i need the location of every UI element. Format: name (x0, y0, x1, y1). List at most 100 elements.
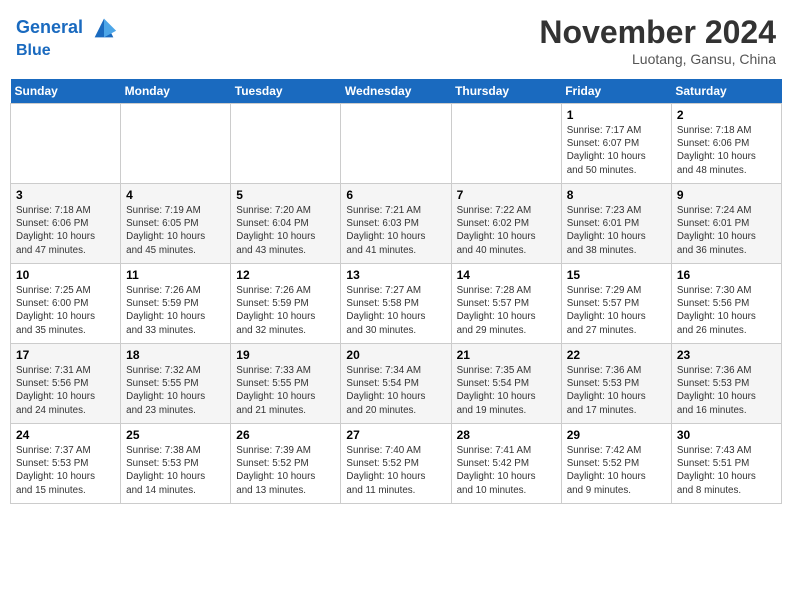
month-title: November 2024 (539, 14, 776, 51)
day-info: Sunrise: 7:35 AM Sunset: 5:54 PM Dayligh… (457, 364, 556, 417)
calendar-cell: 26 Sunrise: 7:39 AM Sunset: 5:52 PM Dayli… (231, 424, 341, 504)
day-number: 4 (126, 188, 225, 202)
day-info: Sunrise: 7:25 AM Sunset: 6:00 PM Dayligh… (16, 284, 115, 337)
calendar-header-row: SundayMondayTuesdayWednesdayThursdayFrid… (11, 79, 782, 104)
day-info: Sunrise: 7:28 AM Sunset: 5:57 PM Dayligh… (457, 284, 556, 337)
calendar-cell: 7 Sunrise: 7:22 AM Sunset: 6:02 PM Daylig… (451, 184, 561, 264)
calendar-cell (121, 104, 231, 184)
calendar-cell: 20 Sunrise: 7:34 AM Sunset: 5:54 PM Dayli… (341, 344, 451, 424)
calendar-cell: 13Sunrise: 7:27 AM Sunset: 5:58 PM Dayli… (341, 264, 451, 344)
day-number: 8 (567, 188, 666, 202)
week-row-3: 17 Sunrise: 7:31 AM Sunset: 5:56 PM Dayli… (11, 344, 782, 424)
calendar-cell: 1Sunrise: 7:17 AM Sunset: 6:07 PM Daylig… (561, 104, 671, 184)
calendar-cell: 12 Sunrise: 7:26 AM Sunset: 5:59 PM Dayli… (231, 264, 341, 344)
day-number: 26 (236, 428, 335, 442)
day-number: 21 (457, 348, 556, 362)
logo-text: General (16, 14, 118, 42)
day-info: Sunrise: 7:41 AM Sunset: 5:42 PM Dayligh… (457, 444, 556, 497)
week-row-1: 3 Sunrise: 7:18 AM Sunset: 6:06 PM Daylig… (11, 184, 782, 264)
day-info: Sunrise: 7:27 AM Sunset: 5:58 PM Dayligh… (346, 284, 445, 337)
day-number: 9 (677, 188, 776, 202)
day-number: 22 (567, 348, 666, 362)
page-header: General Blue November 2024 Luotang, Gans… (10, 10, 782, 71)
day-info: Sunrise: 7:43 AM Sunset: 5:51 PM Dayligh… (677, 444, 776, 497)
day-number: 7 (457, 188, 556, 202)
day-number: 25 (126, 428, 225, 442)
day-info: Sunrise: 7:30 AM Sunset: 5:56 PM Dayligh… (677, 284, 776, 337)
calendar-cell (341, 104, 451, 184)
day-number: 19 (236, 348, 335, 362)
header-sunday: Sunday (11, 79, 121, 104)
day-number: 6 (346, 188, 445, 202)
day-info: Sunrise: 7:38 AM Sunset: 5:53 PM Dayligh… (126, 444, 225, 497)
day-info: Sunrise: 7:26 AM Sunset: 5:59 PM Dayligh… (236, 284, 335, 337)
day-info: Sunrise: 7:31 AM Sunset: 5:56 PM Dayligh… (16, 364, 115, 417)
day-info: Sunrise: 7:36 AM Sunset: 5:53 PM Dayligh… (567, 364, 666, 417)
day-info: Sunrise: 7:21 AM Sunset: 6:03 PM Dayligh… (346, 204, 445, 257)
calendar-cell: 30 Sunrise: 7:43 AM Sunset: 5:51 PM Dayli… (671, 424, 781, 504)
day-number: 24 (16, 428, 115, 442)
day-info: Sunrise: 7:23 AM Sunset: 6:01 PM Dayligh… (567, 204, 666, 257)
day-number: 15 (567, 268, 666, 282)
day-number: 2 (677, 108, 776, 122)
week-row-2: 10 Sunrise: 7:25 AM Sunset: 6:00 PM Dayli… (11, 264, 782, 344)
day-info: Sunrise: 7:20 AM Sunset: 6:04 PM Dayligh… (236, 204, 335, 257)
day-number: 20 (346, 348, 445, 362)
day-number: 17 (16, 348, 115, 362)
day-info: Sunrise: 7:37 AM Sunset: 5:53 PM Dayligh… (16, 444, 115, 497)
calendar-cell: 23 Sunrise: 7:36 AM Sunset: 5:53 PM Dayli… (671, 344, 781, 424)
calendar-cell: 19 Sunrise: 7:33 AM Sunset: 5:55 PM Dayli… (231, 344, 341, 424)
calendar-cell: 21 Sunrise: 7:35 AM Sunset: 5:54 PM Dayli… (451, 344, 561, 424)
calendar-cell: 25 Sunrise: 7:38 AM Sunset: 5:53 PM Dayli… (121, 424, 231, 504)
day-info: Sunrise: 7:18 AM Sunset: 6:06 PM Dayligh… (677, 124, 776, 177)
day-info: Sunrise: 7:26 AM Sunset: 5:59 PM Dayligh… (126, 284, 225, 337)
calendar-cell: 28Sunrise: 7:41 AM Sunset: 5:42 PM Dayli… (451, 424, 561, 504)
calendar-cell: 15 Sunrise: 7:29 AM Sunset: 5:57 PM Dayli… (561, 264, 671, 344)
day-number: 12 (236, 268, 335, 282)
calendar-cell: 4Sunrise: 7:19 AM Sunset: 6:05 PM Daylig… (121, 184, 231, 264)
day-number: 3 (16, 188, 115, 202)
title-section: November 2024 Luotang, Gansu, China (539, 14, 776, 67)
day-info: Sunrise: 7:22 AM Sunset: 6:02 PM Dayligh… (457, 204, 556, 257)
calendar-cell: 22 Sunrise: 7:36 AM Sunset: 5:53 PM Dayli… (561, 344, 671, 424)
day-info: Sunrise: 7:33 AM Sunset: 5:55 PM Dayligh… (236, 364, 335, 417)
calendar-cell (451, 104, 561, 184)
header-thursday: Thursday (451, 79, 561, 104)
header-wednesday: Wednesday (341, 79, 451, 104)
day-number: 5 (236, 188, 335, 202)
day-number: 23 (677, 348, 776, 362)
location: Luotang, Gansu, China (539, 51, 776, 67)
day-number: 30 (677, 428, 776, 442)
day-info: Sunrise: 7:29 AM Sunset: 5:57 PM Dayligh… (567, 284, 666, 337)
day-info: Sunrise: 7:36 AM Sunset: 5:53 PM Dayligh… (677, 364, 776, 417)
calendar-table: SundayMondayTuesdayWednesdayThursdayFrid… (10, 79, 782, 504)
day-info: Sunrise: 7:18 AM Sunset: 6:06 PM Dayligh… (16, 204, 115, 257)
calendar-cell (11, 104, 121, 184)
header-friday: Friday (561, 79, 671, 104)
calendar-cell: 6 Sunrise: 7:21 AM Sunset: 6:03 PM Daylig… (341, 184, 451, 264)
header-tuesday: Tuesday (231, 79, 341, 104)
day-number: 18 (126, 348, 225, 362)
calendar-cell: 17 Sunrise: 7:31 AM Sunset: 5:56 PM Dayli… (11, 344, 121, 424)
day-number: 27 (346, 428, 445, 442)
day-number: 29 (567, 428, 666, 442)
calendar-cell (231, 104, 341, 184)
day-number: 10 (16, 268, 115, 282)
day-info: Sunrise: 7:42 AM Sunset: 5:52 PM Dayligh… (567, 444, 666, 497)
week-row-0: 1Sunrise: 7:17 AM Sunset: 6:07 PM Daylig… (11, 104, 782, 184)
day-info: Sunrise: 7:40 AM Sunset: 5:52 PM Dayligh… (346, 444, 445, 497)
calendar-cell: 2 Sunrise: 7:18 AM Sunset: 6:06 PM Daylig… (671, 104, 781, 184)
calendar-cell: 11 Sunrise: 7:26 AM Sunset: 5:59 PM Dayli… (121, 264, 231, 344)
logo: General Blue (16, 14, 118, 60)
day-info: Sunrise: 7:39 AM Sunset: 5:52 PM Dayligh… (236, 444, 335, 497)
day-info: Sunrise: 7:32 AM Sunset: 5:55 PM Dayligh… (126, 364, 225, 417)
calendar-cell: 14Sunrise: 7:28 AM Sunset: 5:57 PM Dayli… (451, 264, 561, 344)
calendar-cell: 18 Sunrise: 7:32 AM Sunset: 5:55 PM Dayli… (121, 344, 231, 424)
logo-blue: Blue (16, 42, 118, 60)
day-number: 16 (677, 268, 776, 282)
day-info: Sunrise: 7:17 AM Sunset: 6:07 PM Dayligh… (567, 124, 666, 177)
calendar-cell: 8 Sunrise: 7:23 AM Sunset: 6:01 PM Daylig… (561, 184, 671, 264)
calendar-cell: 29 Sunrise: 7:42 AM Sunset: 5:52 PM Dayli… (561, 424, 671, 504)
day-info: Sunrise: 7:34 AM Sunset: 5:54 PM Dayligh… (346, 364, 445, 417)
day-number: 11 (126, 268, 225, 282)
